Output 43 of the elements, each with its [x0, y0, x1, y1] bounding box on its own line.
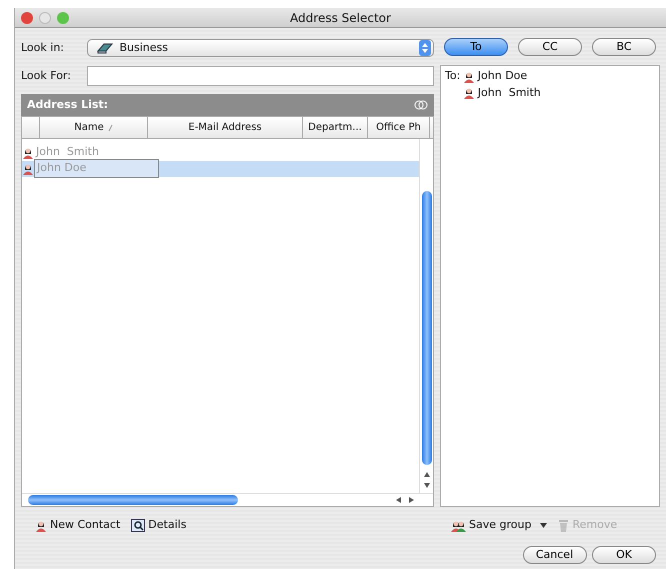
- name-cell-text: John Smith: [34, 144, 100, 160]
- window-title: Address Selector: [290, 10, 391, 26]
- recipient-name: John Smith: [478, 84, 541, 100]
- link-icon: [414, 100, 428, 110]
- column-header[interactable]: Departm...: [303, 117, 368, 138]
- look-for-label: Look For:: [21, 68, 72, 84]
- recipient-tab[interactable]: To: [444, 38, 508, 56]
- book-icon: [96, 42, 114, 54]
- recipient-tab[interactable]: CC: [518, 38, 582, 56]
- toolbar-button[interactable]: Save group: [450, 517, 548, 534]
- minimize-button[interactable]: [39, 12, 51, 24]
- dialog-button[interactable]: OK: [592, 546, 656, 564]
- toolbar-button[interactable]: New Contact: [35, 517, 120, 534]
- toolbar-button[interactable]: Details: [131, 517, 186, 534]
- column-header[interactable]: Name: [40, 117, 148, 138]
- magnifier-icon: [131, 518, 146, 532]
- column-header[interactable]: E-Mail Address: [148, 117, 303, 138]
- list-title: Address List:: [27, 96, 108, 113]
- recipient-prefix: To:: [445, 68, 460, 84]
- person-icon: [463, 70, 476, 83]
- caret-icon: [540, 522, 548, 528]
- scroll-arrows-icon: [395, 496, 415, 504]
- person-icon: [35, 518, 47, 532]
- person-icon: [22, 162, 34, 175]
- vertical-scrollbar[interactable]: [422, 191, 432, 465]
- stepper-icon: [419, 40, 431, 56]
- name-cell: John Doe: [34, 159, 159, 178]
- column-header[interactable]: Office Ph: [368, 117, 430, 138]
- zoom-button[interactable]: [57, 12, 69, 24]
- sort-indicator-icon: [108, 124, 113, 132]
- person-icon: [22, 146, 34, 159]
- trash-icon: [558, 518, 570, 532]
- look-in-dropdown[interactable]: Business: [86, 39, 434, 57]
- close-button[interactable]: [21, 12, 33, 24]
- recipient-name: John Doe: [478, 68, 528, 84]
- dialog-button[interactable]: Cancel: [522, 546, 586, 564]
- recipient-tab[interactable]: BC: [592, 38, 656, 56]
- search-field[interactable]: [86, 66, 434, 86]
- horizontal-scrollbar[interactable]: [28, 495, 238, 505]
- dropdown-value: Business: [120, 40, 168, 56]
- look-in-label: Look in:: [21, 40, 65, 56]
- person-icon: [463, 86, 476, 100]
- people-icon: [450, 518, 466, 532]
